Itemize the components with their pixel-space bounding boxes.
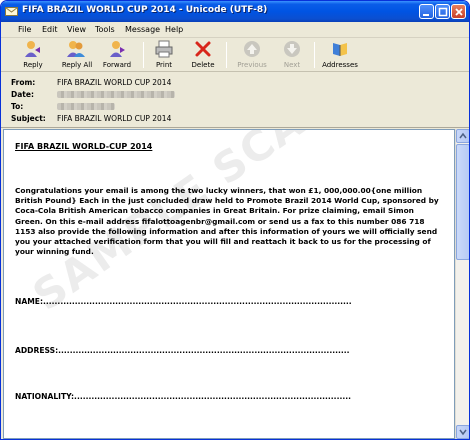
maximize-icon [438, 7, 448, 17]
menu-message[interactable]: Message [125, 25, 160, 34]
delete-x-icon [195, 41, 211, 57]
addresses-button[interactable]: Addresses [317, 39, 363, 71]
previous-button[interactable]: Previous [233, 39, 271, 71]
next-label: Next [283, 61, 301, 69]
down-arrow-icon [284, 41, 300, 57]
window-title: FIFA BRAZIL WORLD CUP 2014 - Unicode (UT… [22, 5, 268, 15]
message-heading: FIFA BRAZIL WORLD-CUP 2014 [15, 142, 153, 151]
close-icon [455, 8, 463, 16]
message-headers: From: FIFA BRAZIL WORLD CUP 2014 Date: T… [1, 72, 469, 128]
subject-value: FIFA BRAZIL WORLD CUP 2014 [57, 114, 172, 123]
vertical-scrollbar[interactable] [455, 129, 469, 439]
maximize-button[interactable] [435, 4, 450, 19]
scroll-up-arrow-icon [459, 132, 467, 139]
reply-all-label: Reply All [61, 61, 93, 69]
forward-icon [110, 41, 125, 57]
reply-icon [25, 41, 40, 57]
envelope-icon [5, 7, 18, 16]
toolbar-separator [314, 42, 315, 68]
printer-icon [155, 40, 173, 58]
subject-label: Subject: [11, 114, 46, 123]
scroll-up-button[interactable] [456, 129, 469, 143]
reply-all-icon [67, 41, 85, 57]
menu-view[interactable]: View [67, 25, 86, 34]
name-field-line: NAME:...................................… [15, 297, 352, 306]
address-field-line: ADDRESS:................................… [15, 346, 350, 355]
to-label: To: [11, 102, 24, 111]
reply-all-button[interactable]: Reply All [54, 39, 100, 71]
email-window: FIFA BRAZIL WORLD CUP 2014 - Unicode (UT… [0, 0, 470, 440]
reply-label: Reply [23, 61, 43, 69]
print-button[interactable]: Print [149, 39, 179, 71]
scroll-down-arrow-icon [459, 429, 467, 436]
toolbar-separator [226, 42, 227, 68]
addresses-label: Addresses [322, 61, 358, 69]
address-book-icon [333, 43, 347, 56]
scroll-thumb[interactable] [456, 144, 469, 260]
nationality-field-line: NATIONALITY:............................… [15, 392, 351, 401]
message-body[interactable]: SAMPLE SCAM EMAIL FIFA BRAZIL WORLD-CUP … [3, 129, 455, 439]
print-label: Print [155, 61, 173, 69]
date-label: Date: [11, 90, 34, 99]
menu-edit[interactable]: Edit [42, 25, 58, 34]
delete-button[interactable]: Delete [186, 39, 220, 71]
to-value-redacted [57, 102, 115, 112]
from-value[interactable]: FIFA BRAZIL WORLD CUP 2014 [57, 78, 171, 87]
forward-button[interactable]: Forward [99, 39, 135, 71]
menu-bar: File Edit View Tools Message Help [1, 22, 469, 38]
message-paragraph: Congratulations your email is among the … [15, 186, 439, 257]
up-arrow-icon [244, 41, 260, 57]
date-value-redacted [57, 90, 175, 100]
delete-label: Delete [191, 61, 215, 69]
menu-help[interactable]: Help [165, 25, 183, 34]
forward-label: Forward [102, 61, 132, 69]
close-button[interactable] [451, 4, 466, 19]
menu-tools[interactable]: Tools [95, 25, 115, 34]
toolbar: Reply Reply All Forward Print Delete Pre… [1, 38, 469, 72]
previous-label: Previous [237, 61, 267, 69]
scroll-down-button[interactable] [456, 425, 469, 439]
next-button[interactable]: Next [275, 39, 309, 71]
minimize-icon [423, 14, 429, 16]
from-label: From: [11, 78, 36, 87]
reply-button[interactable]: Reply [13, 39, 53, 71]
menu-file[interactable]: File [18, 25, 31, 34]
title-bar[interactable]: FIFA BRAZIL WORLD CUP 2014 - Unicode (UT… [1, 1, 469, 22]
minimize-button[interactable] [419, 4, 434, 19]
toolbar-separator [143, 42, 144, 68]
